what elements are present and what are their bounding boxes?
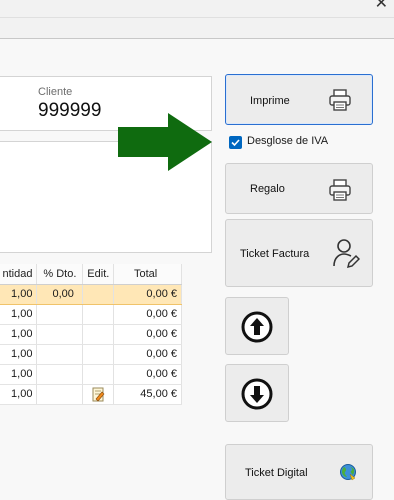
printer-icon bbox=[329, 179, 351, 201]
cliente-label: Cliente bbox=[38, 86, 73, 98]
cell-dto bbox=[36, 384, 84, 405]
printer-icon bbox=[329, 89, 351, 111]
cell-cantidad: 1,00 bbox=[0, 324, 38, 345]
cell-total: 0,00 € bbox=[113, 284, 182, 305]
cell-dto bbox=[36, 344, 84, 365]
cell-dto bbox=[36, 364, 84, 385]
check-icon bbox=[231, 139, 240, 147]
cell-edit bbox=[82, 364, 115, 385]
green-arrow-icon bbox=[118, 113, 212, 171]
cell-edit bbox=[82, 344, 115, 365]
move-down-button[interactable] bbox=[225, 364, 289, 422]
cell-cantidad: 1,00 bbox=[0, 304, 38, 325]
table-row[interactable]: 1,00 0,00 0,00 € bbox=[0, 283, 182, 305]
cell-edit bbox=[82, 304, 115, 325]
cell-dto bbox=[36, 324, 84, 345]
arrow-up-circle-icon bbox=[241, 311, 273, 343]
edit-note-icon[interactable] bbox=[92, 387, 105, 402]
cell-total: 45,00 € bbox=[113, 384, 182, 405]
ticket-factura-button[interactable]: Ticket Factura bbox=[225, 219, 373, 287]
regalo-button[interactable]: Regalo bbox=[225, 163, 373, 214]
move-up-button[interactable] bbox=[225, 297, 289, 355]
col-edit-header[interactable]: Edit. bbox=[82, 264, 115, 285]
table-row[interactable]: 1,00 0,00 € bbox=[0, 304, 182, 325]
ticket-lines-table: ntidad % Dto. Edit. Total 1,00 0,00 0,00… bbox=[0, 264, 182, 405]
table-header-row: ntidad % Dto. Edit. Total bbox=[0, 264, 182, 285]
table-row[interactable]: 1,00 0,00 € bbox=[0, 344, 182, 365]
cell-total: 0,00 € bbox=[113, 344, 182, 365]
cell-cantidad: 1,00 bbox=[0, 384, 38, 405]
table-row[interactable]: 1,00 45,00 € bbox=[0, 384, 182, 405]
title-bar: ✕ bbox=[0, 0, 394, 18]
cell-dto: 0,00 bbox=[36, 284, 84, 305]
desglose-iva-label[interactable]: Desglose de IVA bbox=[247, 135, 328, 147]
cell-edit bbox=[82, 324, 115, 345]
desglose-iva-checkbox[interactable] bbox=[229, 136, 242, 149]
cell-dto bbox=[36, 304, 84, 325]
cliente-value: 999999 bbox=[38, 100, 102, 121]
imprime-button[interactable]: Imprime bbox=[225, 74, 373, 125]
cell-cantidad: 1,00 bbox=[0, 283, 38, 305]
table-row[interactable]: 1,00 0,00 € bbox=[0, 364, 182, 385]
title-divider bbox=[0, 17, 394, 18]
cell-total: 0,00 € bbox=[113, 324, 182, 345]
close-icon[interactable]: ✕ bbox=[375, 0, 388, 12]
col-dto-header[interactable]: % Dto. bbox=[36, 264, 84, 285]
col-total-header[interactable]: Total bbox=[113, 264, 182, 285]
col-cantidad-header[interactable]: ntidad bbox=[0, 264, 38, 285]
globe-icon bbox=[340, 464, 356, 481]
cell-cantidad: 1,00 bbox=[0, 344, 38, 365]
table-row[interactable]: 1,00 0,00 € bbox=[0, 324, 182, 345]
cell-cantidad: 1,00 bbox=[0, 364, 38, 385]
cell-total: 0,00 € bbox=[113, 304, 182, 325]
ticket-digital-button[interactable]: Ticket Digital bbox=[225, 444, 373, 500]
arrow-down-circle-icon bbox=[241, 378, 273, 410]
imprime-label: Imprime bbox=[250, 95, 290, 107]
cell-total: 0,00 € bbox=[113, 364, 182, 385]
cell-edit bbox=[82, 284, 115, 305]
regalo-label: Regalo bbox=[250, 183, 285, 195]
user-edit-icon bbox=[333, 239, 360, 269]
ticket-digital-label: Ticket Digital bbox=[245, 467, 308, 479]
ticket-factura-label: Ticket Factura bbox=[240, 248, 310, 260]
cell-edit[interactable] bbox=[82, 384, 115, 405]
